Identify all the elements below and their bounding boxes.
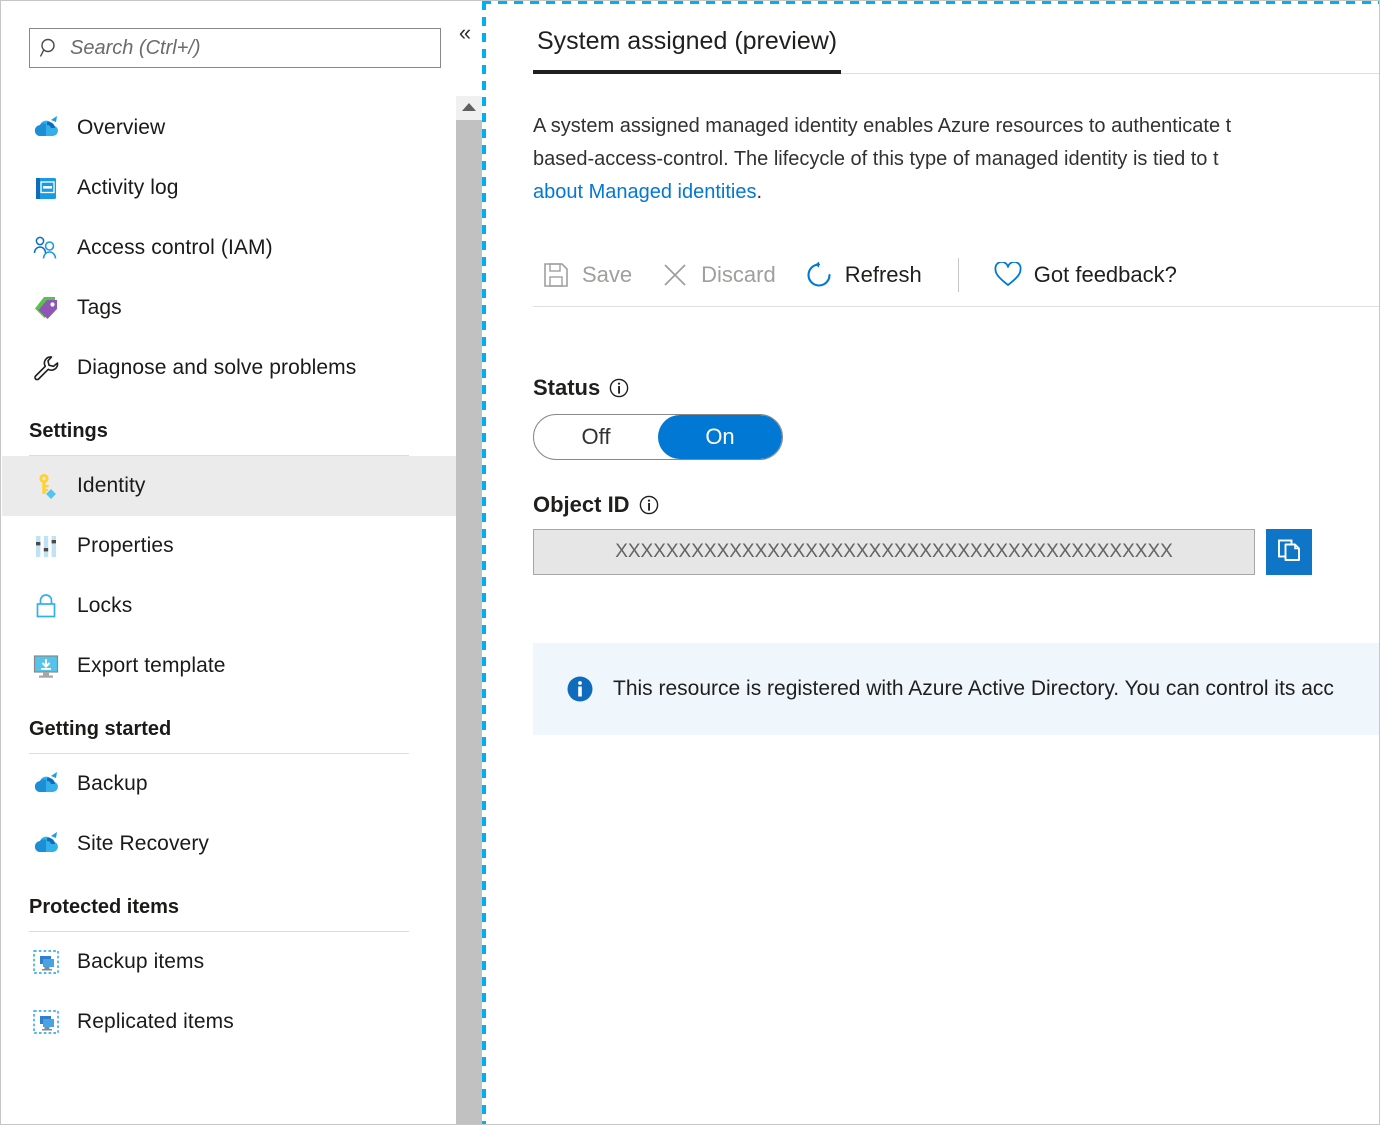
chevron-up-icon [461,99,477,117]
people-icon [29,231,63,265]
discard-button[interactable]: Discard [652,254,782,296]
sidebar-scrollbar[interactable] [456,96,482,1125]
scroll-up-button[interactable] [456,96,482,120]
collapse-sidebar-button[interactable]: « [451,19,479,47]
refresh-label: Refresh [845,262,922,288]
object-id-label: Object ID [533,492,630,518]
sidebar-item-label: Backup items [77,950,204,974]
tab-system-assigned[interactable]: System assigned (preview) [533,27,841,74]
description-line-2: based-access-control. The lifecycle of t… [533,143,1380,176]
scrollbar-thumb[interactable] [456,120,482,1125]
guide-dashed-top [482,1,1380,4]
status-label: Status [533,375,600,401]
sidebar-item-label: Locks [77,594,132,618]
sidebar-item-label: Backup [77,772,148,796]
tags-icon [29,291,63,325]
save-icon [539,260,573,290]
description-line-1: A system assigned managed identity enabl… [533,110,1380,143]
description-line-3-tail: . [757,181,763,203]
sidebar-item-label: Site Recovery [77,832,209,856]
sidebar-section-settings: Settings [2,398,456,447]
sidebar-nav: Overview Activity log [2,98,456,1052]
cloud-icon [29,827,63,861]
sidebar-section-title: Getting started [29,718,456,741]
toolbar-separator [958,258,959,292]
cloud-icon [29,767,63,801]
refresh-button[interactable]: Refresh [796,254,928,296]
sidebar-item-label: Access control (IAM) [77,236,273,260]
sidebar-item-activity-log[interactable]: Activity log [2,158,456,218]
sidebar-section-title: Settings [29,420,456,443]
sidebar-item-export-template[interactable]: Export template [2,636,456,696]
sidebar-item-label: Diagnose and solve problems [77,356,356,380]
sidebar-item-label: Identity [77,474,146,498]
sidebar-item-backup[interactable]: Backup [2,754,456,814]
sidebar-item-backup-items[interactable]: Backup items [2,932,456,992]
sidebar-item-label: Activity log [77,176,179,200]
sidebar-item-label: Overview [77,116,165,140]
cloud-icon [29,111,63,145]
discard-label: Discard [701,262,776,288]
guide-dashed-vertical [482,1,486,1125]
sidebar-item-access-control[interactable]: Access control (IAM) [2,218,456,278]
search-input[interactable] [70,37,440,60]
protected-item-icon [29,1005,63,1039]
sliders-icon [29,529,63,563]
managed-identities-link[interactable]: about Managed identities [533,181,757,203]
command-toolbar: Save Discard Refresh [533,243,1380,307]
sidebar-item-diagnose[interactable]: Diagnose and solve problems [2,338,456,398]
book-icon [29,171,63,205]
sidebar-item-tags[interactable]: Tags [2,278,456,338]
search-icon [30,29,70,67]
sidebar-section-getting-started: Getting started [2,696,456,745]
status-toggle-off[interactable]: Off [534,415,658,459]
portal-window: Overview Activity log [0,0,1380,1125]
chevron-double-left-icon: « [459,20,471,46]
object-id-row: XXXXXXXXXXXXXXXXXXXXXXXXXXXXXXXXXXXXXXXX… [533,529,1312,575]
sidebar-item-site-recovery[interactable]: Site Recovery [2,814,456,874]
status-toggle[interactable]: Off On [533,414,783,460]
object-id-label-row: Object ID [533,492,660,518]
status-label-row: Status [533,375,630,401]
object-id-input[interactable]: XXXXXXXXXXXXXXXXXXXXXXXXXXXXXXXXXXXXXXXX… [533,529,1255,575]
sidebar-section-title: Protected items [29,896,456,919]
sidebar-section-protected-items: Protected items [2,874,456,923]
sidebar-item-identity[interactable]: Identity [2,456,456,516]
copy-button[interactable] [1266,529,1312,575]
tab-bar: System assigned (preview) [533,27,1380,74]
sidebar-item-replicated-items[interactable]: Replicated items [2,992,456,1052]
sidebar-item-label: Replicated items [77,1010,234,1034]
info-icon[interactable] [608,377,630,399]
save-button[interactable]: Save [533,254,638,296]
info-filled-icon [565,674,595,704]
close-icon [658,260,692,290]
search-box[interactable] [29,28,441,68]
copy-icon [1275,536,1303,569]
object-id-value: XXXXXXXXXXXXXXXXXXXXXXXXXXXXXXXXXXXXXXXX… [615,541,1173,563]
lock-icon [29,589,63,623]
sidebar: Overview Activity log [2,2,456,1125]
main-panel: System assigned (preview) A system assig… [487,5,1380,1125]
sidebar-item-overview[interactable]: Overview [2,98,456,158]
protected-item-icon [29,945,63,979]
sidebar-item-label: Tags [77,296,122,320]
sidebar-item-properties[interactable]: Properties [2,516,456,576]
key-icon [29,469,63,503]
sidebar-item-label: Properties [77,534,174,558]
save-label: Save [582,262,632,288]
got-feedback-label: Got feedback? [1034,262,1177,288]
info-icon[interactable] [638,494,660,516]
status-toggle-on[interactable]: On [658,415,782,459]
sidebar-item-locks[interactable]: Locks [2,576,456,636]
got-feedback-button[interactable]: Got feedback? [985,254,1183,296]
export-monitor-icon [29,649,63,683]
sidebar-item-label: Export template [77,654,226,678]
info-banner: This resource is registered with Azure A… [533,643,1380,735]
info-banner-text: This resource is registered with Azure A… [613,677,1334,701]
wrench-icon [29,351,63,385]
description-text: A system assigned managed identity enabl… [533,110,1380,209]
heart-icon [991,260,1025,290]
refresh-icon [802,260,836,290]
